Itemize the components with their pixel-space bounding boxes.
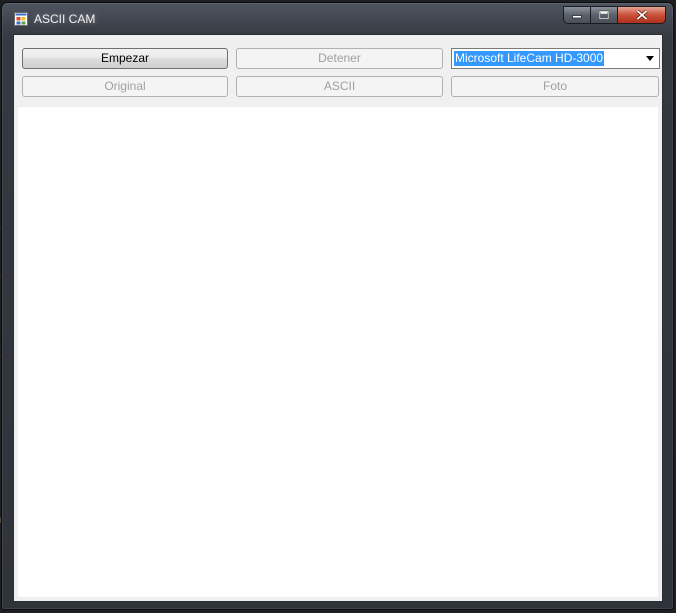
camera-dropdown[interactable]: Microsoft LifeCam HD-3000: [451, 48, 660, 69]
start-button[interactable]: Empezar: [22, 48, 228, 69]
window-title: ASCII CAM: [34, 12, 96, 26]
maximize-button[interactable]: [591, 6, 618, 24]
close-icon: [635, 10, 648, 20]
title-bar[interactable]: ASCII CAM: [2, 3, 673, 33]
app-icon: [14, 12, 28, 26]
stop-button[interactable]: Detener: [236, 48, 443, 69]
app-window: ASCII CAM Empezar Detener Microsoft Life…: [1, 2, 674, 610]
maximize-icon: [599, 10, 609, 20]
photo-button[interactable]: Foto: [451, 76, 659, 97]
camera-dropdown-value: Microsoft LifeCam HD-3000: [454, 51, 605, 66]
minimize-icon: [572, 15, 582, 19]
ascii-button[interactable]: ASCII: [236, 76, 443, 97]
client-area: Empezar Detener Microsoft LifeCam HD-300…: [13, 34, 663, 602]
chevron-down-icon[interactable]: [646, 56, 654, 61]
video-preview: [18, 107, 658, 597]
close-button[interactable]: [618, 6, 666, 24]
original-button[interactable]: Original: [22, 76, 228, 97]
minimize-button[interactable]: [563, 6, 591, 24]
